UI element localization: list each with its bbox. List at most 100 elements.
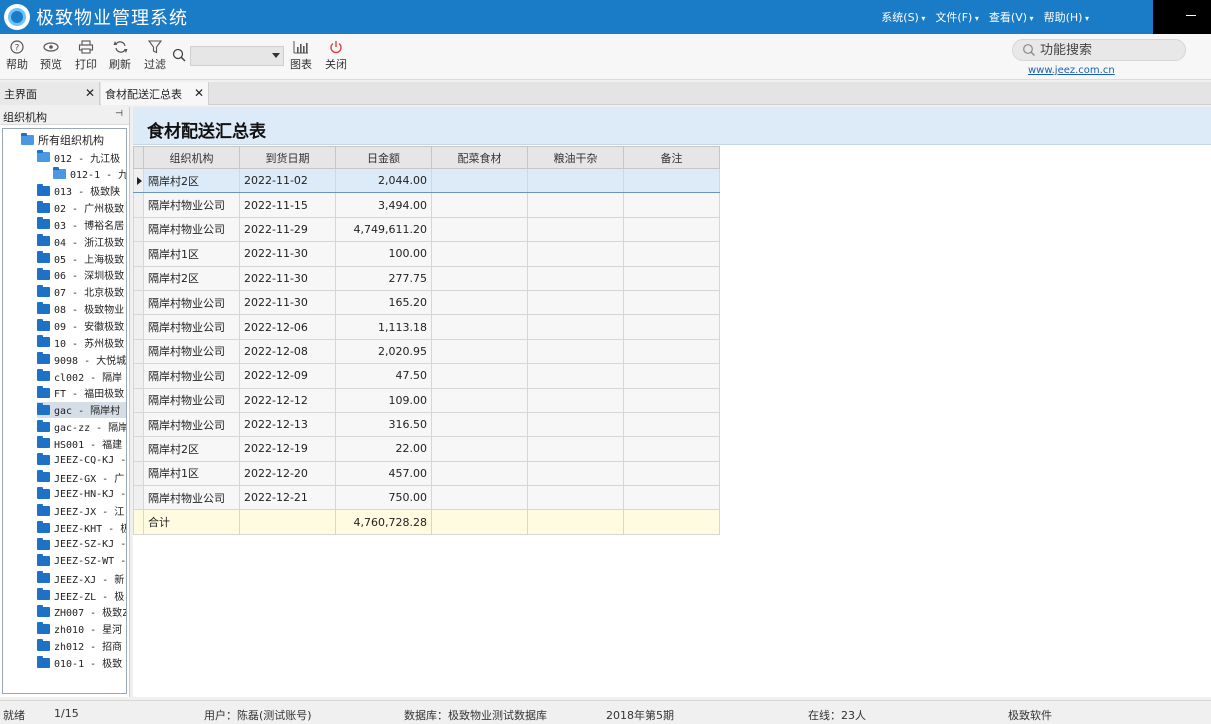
- website-link[interactable]: www.jeez.com.cn: [1028, 65, 1115, 76]
- tree-item[interactable]: JEEZ-ZL - 极: [37, 587, 124, 603]
- tree-item[interactable]: 010-1 - 极致: [37, 655, 122, 671]
- tree-item[interactable]: 013 - 极致陕: [37, 183, 120, 199]
- cell-amount[interactable]: 750.00: [335, 485, 432, 511]
- cell-org[interactable]: 隔岸村2区: [143, 167, 240, 194]
- table-row[interactable]: 隔岸村1区 2022-11-30 100.00: [133, 241, 720, 267]
- cell-note[interactable]: [623, 192, 720, 218]
- cell-amount[interactable]: 1,113.18: [335, 314, 432, 340]
- tree-item[interactable]: gac - 隔岸村: [37, 401, 126, 418]
- cell-vegetables[interactable]: [431, 167, 528, 194]
- preview-button[interactable]: 预览: [35, 38, 67, 72]
- cell-note[interactable]: [623, 314, 720, 340]
- cell-org[interactable]: 隔岸村2区: [143, 265, 240, 291]
- tree-item[interactable]: JEEZ-SZ-KJ -: [37, 537, 126, 553]
- col-note[interactable]: 备注: [623, 146, 720, 169]
- search-icon[interactable]: [172, 48, 186, 62]
- cell-date[interactable]: 2022-11-30: [239, 241, 336, 267]
- tree-item[interactable]: zh012 - 招商: [37, 638, 122, 654]
- cell-amount[interactable]: 3,494.00: [335, 192, 432, 218]
- close-button[interactable]: 关闭: [320, 38, 352, 72]
- tree-item[interactable]: 02 - 广州极致: [37, 200, 124, 216]
- cell-vegetables[interactable]: [431, 387, 528, 413]
- cell-amount[interactable]: 165.20: [335, 289, 432, 316]
- tree-item[interactable]: HS001 - 福建: [37, 435, 122, 451]
- cell-org[interactable]: 隔岸村2区: [143, 436, 240, 462]
- tree-item[interactable]: JEEZ-HN-KJ -: [37, 486, 126, 502]
- tree-item[interactable]: FT - 福田极致: [37, 385, 124, 401]
- menu-file[interactable]: 文件(F): [935, 9, 978, 25]
- cell-note[interactable]: [623, 387, 720, 413]
- menu-system[interactable]: 系统(S): [881, 9, 925, 25]
- tree-root[interactable]: 所有组织机构: [21, 132, 104, 148]
- menu-help[interactable]: 帮助(H): [1044, 9, 1089, 25]
- cell-date[interactable]: 2022-11-02: [239, 167, 336, 194]
- cell-grain[interactable]: [527, 387, 624, 413]
- cell-grain[interactable]: [527, 363, 624, 389]
- cell-grain[interactable]: [527, 192, 624, 218]
- cell-org[interactable]: 隔岸村1区: [143, 241, 240, 267]
- cell-amount[interactable]: 316.50: [335, 411, 432, 438]
- cell-grain[interactable]: [527, 411, 624, 438]
- cell-grain[interactable]: [527, 216, 624, 243]
- cell-vegetables[interactable]: [431, 216, 528, 243]
- minimize-icon[interactable]: [1186, 15, 1196, 16]
- col-date[interactable]: 到货日期: [239, 146, 336, 169]
- function-search[interactable]: [1012, 39, 1186, 61]
- cell-vegetables[interactable]: [431, 363, 528, 389]
- cell-date[interactable]: 2022-12-13: [239, 411, 336, 438]
- cell-note[interactable]: [623, 338, 720, 365]
- cell-grain[interactable]: [527, 167, 624, 194]
- tree-item[interactable]: 012-1 - 九: [53, 166, 126, 182]
- cell-grain[interactable]: [527, 241, 624, 267]
- cell-date[interactable]: 2022-12-19: [239, 436, 336, 462]
- cell-org[interactable]: 隔岸村物业公司: [143, 387, 240, 413]
- cell-amount[interactable]: 2,020.95: [335, 338, 432, 365]
- tree-item[interactable]: zh010 - 星河: [37, 621, 122, 637]
- cell-date[interactable]: 2022-12-09: [239, 363, 336, 389]
- cell-amount[interactable]: 109.00: [335, 387, 432, 413]
- tree-item[interactable]: 04 - 浙江极致: [37, 233, 124, 249]
- cell-grain[interactable]: [527, 485, 624, 511]
- filter-button[interactable]: 过滤: [139, 38, 171, 72]
- col-grain[interactable]: 粮油干杂: [527, 146, 624, 169]
- cell-date[interactable]: 2022-11-29: [239, 216, 336, 243]
- cell-org[interactable]: 隔岸村物业公司: [143, 216, 240, 243]
- cell-date[interactable]: 2022-12-20: [239, 460, 336, 487]
- cell-vegetables[interactable]: [431, 265, 528, 291]
- cell-date[interactable]: 2022-11-30: [239, 289, 336, 316]
- cell-grain[interactable]: [527, 265, 624, 291]
- cell-date[interactable]: 2022-11-15: [239, 192, 336, 218]
- cell-note[interactable]: [623, 289, 720, 316]
- cell-org[interactable]: 隔岸村物业公司: [143, 411, 240, 438]
- cell-vegetables[interactable]: [431, 192, 528, 218]
- tree-item[interactable]: JEEZ-GX - 广: [37, 469, 124, 485]
- cell-grain[interactable]: [527, 338, 624, 365]
- col-vegetables[interactable]: 配菜食材: [431, 146, 528, 169]
- table-row[interactable]: 隔岸村物业公司 2022-11-30 165.20: [133, 289, 720, 316]
- tree-item[interactable]: 07 - 北京极致: [37, 284, 124, 300]
- cell-amount[interactable]: 457.00: [335, 460, 432, 487]
- cell-date[interactable]: 2022-12-21: [239, 485, 336, 511]
- cell-date[interactable]: 2022-11-30: [239, 265, 336, 291]
- tree-item[interactable]: JEEZ-JX - 江: [37, 503, 124, 519]
- tree-item[interactable]: JEEZ-SZ-WT -: [37, 553, 126, 569]
- table-row[interactable]: 隔岸村物业公司 2022-12-13 316.50: [133, 411, 720, 438]
- cell-org[interactable]: 隔岸村物业公司: [143, 289, 240, 316]
- cell-amount[interactable]: 47.50: [335, 363, 432, 389]
- cell-note[interactable]: [623, 265, 720, 291]
- tree-item[interactable]: 06 - 深圳极致: [37, 267, 124, 283]
- col-amount[interactable]: 日金额: [335, 146, 432, 169]
- cell-note[interactable]: [623, 460, 720, 487]
- table-row[interactable]: 隔岸村物业公司 2022-12-06 1,113.18: [133, 314, 720, 340]
- tree-item[interactable]: JEEZ-CQ-KJ -: [37, 452, 126, 468]
- cell-note[interactable]: [623, 363, 720, 389]
- tree-item[interactable]: 9098 - 大悦城: [37, 351, 126, 367]
- cell-amount[interactable]: 100.00: [335, 241, 432, 267]
- cell-date[interactable]: 2022-12-12: [239, 387, 336, 413]
- cell-org[interactable]: 隔岸村物业公司: [143, 314, 240, 340]
- tree-item[interactable]: 09 - 安徽极致: [37, 318, 124, 334]
- cell-grain[interactable]: [527, 289, 624, 316]
- tab-home[interactable]: 主界面 ✕: [0, 82, 100, 105]
- table-row[interactable]: 隔岸村物业公司 2022-12-08 2,020.95: [133, 338, 720, 365]
- cell-grain[interactable]: [527, 314, 624, 340]
